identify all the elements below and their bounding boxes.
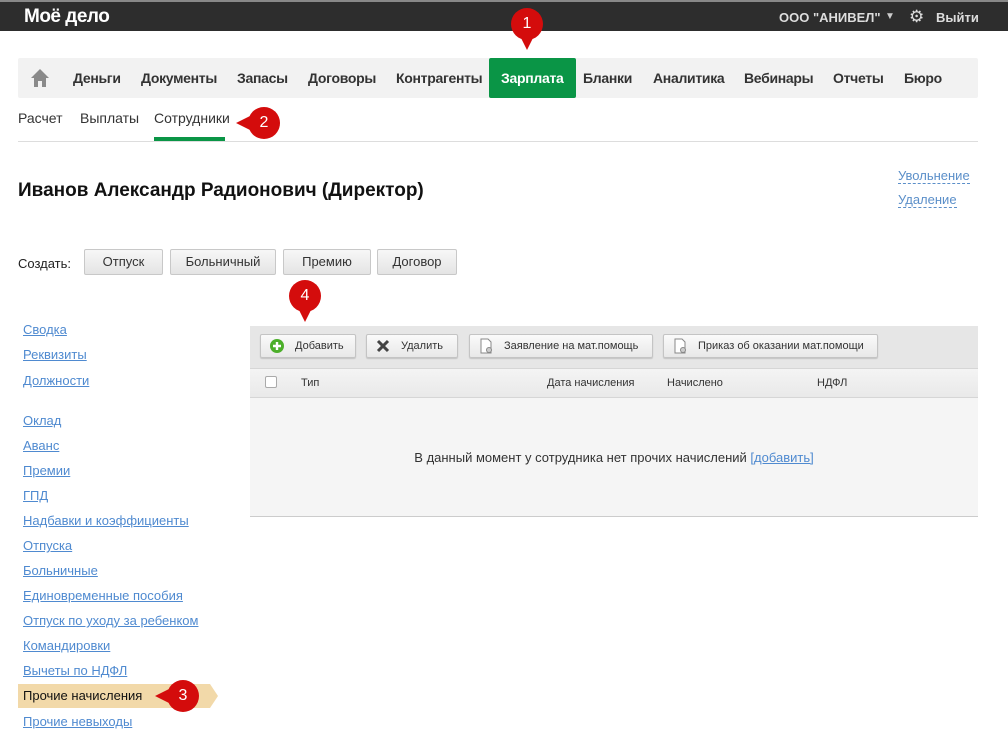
logo[interactable]: Моё дело bbox=[24, 6, 110, 28]
statement-button[interactable]: Заявление на мат.помощь bbox=[469, 334, 653, 358]
accruals-panel: Добавить Удалить Заявление на мат.помощь… bbox=[250, 326, 978, 517]
delete-label: Удалить bbox=[401, 340, 443, 352]
marker-number: 3 bbox=[178, 687, 188, 704]
add-label: Добавить bbox=[295, 340, 344, 352]
nav-analytics[interactable]: Аналитика bbox=[653, 58, 725, 98]
sidebar-item-positions[interactable]: Должности bbox=[23, 373, 89, 388]
column-type[interactable]: Тип bbox=[301, 377, 319, 389]
nav-documents[interactable]: Документы bbox=[141, 58, 217, 98]
create-contract-button[interactable]: Договор bbox=[377, 249, 457, 275]
close-icon bbox=[376, 339, 390, 353]
column-ndfl[interactable]: НДФЛ bbox=[817, 377, 847, 389]
sidebar-item-parental-leave[interactable]: Отпуск по уходу за ребенком bbox=[23, 613, 198, 628]
top-bar: Моё дело ООО "АНИВЕЛ" ▼ ⚙ Выйти bbox=[0, 0, 1008, 31]
plus-circle-icon bbox=[270, 339, 284, 353]
nav-stock[interactable]: Запасы bbox=[237, 58, 288, 98]
select-all-checkbox[interactable] bbox=[265, 376, 277, 388]
marker-number: 1 bbox=[522, 15, 532, 32]
table-header: Тип Дата начисления Начислено НДФЛ bbox=[250, 368, 978, 398]
active-item-arrow bbox=[210, 684, 218, 708]
nav-reports[interactable]: Отчеты bbox=[833, 58, 884, 98]
dismiss-link[interactable]: Увольнение bbox=[898, 168, 970, 184]
tab-payments[interactable]: Выплаты bbox=[80, 110, 139, 126]
sidebar-item-business-trips[interactable]: Командировки bbox=[23, 638, 110, 653]
add-link[interactable]: [добавить] bbox=[750, 450, 813, 465]
sidebar-item-other-absences[interactable]: Прочие невыходы bbox=[23, 714, 132, 729]
organization-selector[interactable]: ООО "АНИВЕЛ" bbox=[779, 10, 881, 25]
sidebar-item-gpd[interactable]: ГПД bbox=[23, 488, 48, 503]
column-date[interactable]: Дата начисления bbox=[547, 377, 634, 389]
marker-1: 1 bbox=[511, 8, 543, 50]
nav-forms[interactable]: Бланки bbox=[583, 58, 632, 98]
logout-link[interactable]: Выйти bbox=[936, 10, 979, 25]
nav-contracts[interactable]: Договоры bbox=[308, 58, 376, 98]
tab-calculation[interactable]: Расчет bbox=[18, 110, 63, 126]
divider bbox=[18, 141, 978, 142]
nav-webinars[interactable]: Вебинары bbox=[744, 58, 814, 98]
marker-3: 3 bbox=[155, 680, 199, 712]
delete-button[interactable]: Удалить bbox=[366, 334, 458, 358]
column-accrued[interactable]: Начислено bbox=[667, 377, 723, 389]
caret-down-icon[interactable]: ▼ bbox=[885, 11, 895, 22]
document-icon bbox=[480, 338, 492, 354]
marker-number: 4 bbox=[300, 287, 310, 304]
document-icon bbox=[674, 338, 686, 354]
page-title: Иванов Александр Радионович (Директор) bbox=[18, 180, 424, 201]
tab-employees[interactable]: Сотрудники bbox=[154, 110, 230, 126]
create-label: Создать: bbox=[18, 256, 72, 271]
create-bonus-button[interactable]: Премию bbox=[283, 249, 371, 275]
main-nav: Деньги Документы Запасы Договоры Контраг… bbox=[18, 58, 978, 98]
create-vacation-button[interactable]: Отпуск bbox=[84, 249, 163, 275]
home-icon[interactable] bbox=[30, 68, 50, 88]
sidebar-item-salary[interactable]: Оклад bbox=[23, 413, 61, 428]
delete-employee-link[interactable]: Удаление bbox=[898, 192, 957, 208]
sidebar-item-summary[interactable]: Сводка bbox=[23, 322, 67, 337]
sidebar-item-details[interactable]: Реквизиты bbox=[23, 347, 87, 362]
create-sick-leave-button[interactable]: Больничный bbox=[170, 249, 276, 275]
statement-label: Заявление на мат.помощь bbox=[504, 340, 639, 352]
sidebar-item-one-time-benefits[interactable]: Единовременные пособия bbox=[23, 588, 183, 603]
sidebar-item-allowances[interactable]: Надбавки и коэффициенты bbox=[23, 513, 189, 528]
sidebar-item-sick-leaves[interactable]: Больничные bbox=[23, 563, 98, 578]
marker-number: 2 bbox=[259, 114, 269, 131]
nav-salary[interactable]: Зарплата bbox=[489, 58, 576, 98]
marker-2: 2 bbox=[236, 107, 280, 139]
sidebar-item-vacations[interactable]: Отпуска bbox=[23, 538, 72, 553]
nav-counterparties[interactable]: Контрагенты bbox=[396, 58, 483, 98]
sidebar-item-tax-deductions[interactable]: Вычеты по НДФЛ bbox=[23, 663, 127, 678]
order-button[interactable]: Приказ об оказании мат.помощи bbox=[663, 334, 878, 358]
gear-icon[interactable]: ⚙ bbox=[909, 8, 924, 25]
sidebar-item-advance[interactable]: Аванс bbox=[23, 438, 59, 453]
order-label: Приказ об оказании мат.помощи bbox=[698, 340, 864, 352]
toolbar: Добавить Удалить Заявление на мат.помощь… bbox=[250, 326, 978, 368]
empty-state: В данный момент у сотрудника нет прочих … bbox=[250, 450, 978, 465]
nav-bureau[interactable]: Бюро bbox=[904, 58, 942, 98]
marker-4: 4 bbox=[289, 280, 321, 322]
add-button[interactable]: Добавить bbox=[260, 334, 356, 358]
sidebar-item-bonuses[interactable]: Премии bbox=[23, 463, 70, 478]
empty-text: В данный момент у сотрудника нет прочих … bbox=[414, 450, 751, 465]
nav-money[interactable]: Деньги bbox=[73, 58, 121, 98]
